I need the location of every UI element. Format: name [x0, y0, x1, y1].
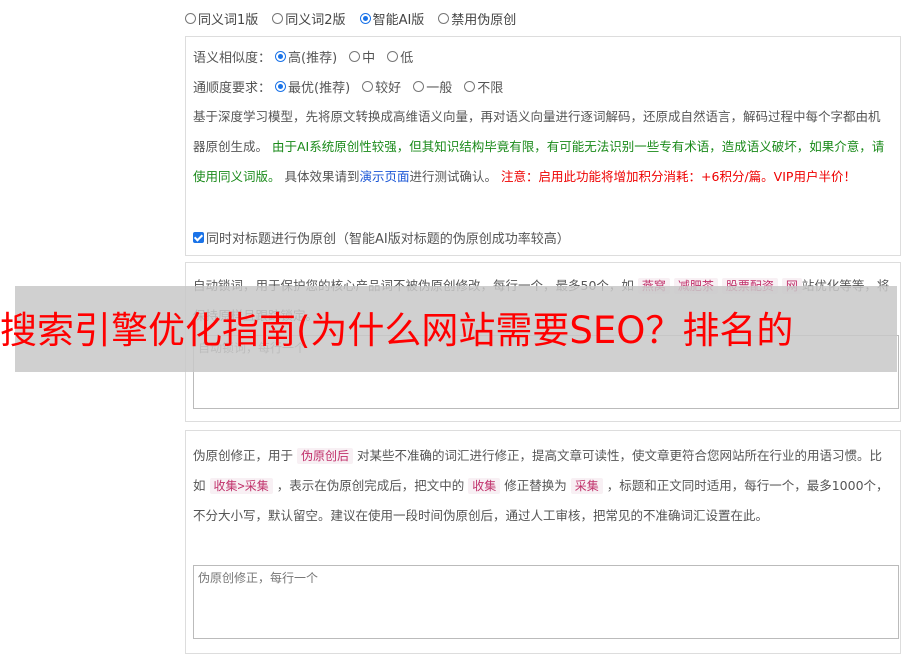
similarity-label: 语义相似度：	[193, 51, 272, 66]
mode-label: 同义词1版	[198, 13, 259, 28]
mode-option-synonym-2[interactable]: 同义词2版	[272, 9, 346, 28]
similarity-high[interactable]: 高(推荐)	[275, 47, 337, 66]
radio-icon[interactable]	[464, 81, 476, 92]
correction-panel: 伪原创修正，用于 伪原创后 对某些不准确的词汇进行修正，提高文章可读性，使文章更…	[185, 430, 901, 654]
checkbox-checked-icon[interactable]	[193, 232, 204, 243]
mode-option-ai[interactable]: 智能AI版	[359, 9, 425, 28]
radio-icon[interactable]	[413, 81, 425, 92]
option-label: 最优(推荐)	[288, 81, 351, 96]
title-checkbox-row[interactable]: 同时对标题进行伪原创（智能AI版对标题的伪原创成功率较高）	[193, 228, 570, 247]
correction-text: 修正替换为	[504, 478, 567, 493]
fluency-good[interactable]: 较好	[362, 77, 401, 96]
radio-icon[interactable]	[272, 13, 284, 24]
mode-label: 智能AI版	[372, 13, 425, 28]
ai-description: 基于深度学习模型，先将原文转换成高维语义向量，再对语义向量进行逐词解码，还原成自…	[193, 102, 890, 192]
cost-notice: 注意：启用此功能将增加积分消耗：+6积分/篇。VIP用户半价！	[501, 169, 856, 184]
correction-text: 伪原创修正，用于	[193, 448, 294, 463]
mode-label: 同义词2版	[285, 13, 346, 28]
demo-page-link[interactable]: 演示页面	[360, 169, 410, 184]
mode-radio-group: 同义词1版 同义词2版 智能AI版 禁用伪原创	[185, 9, 530, 28]
radio-icon[interactable]	[362, 81, 374, 92]
option-label: 一般	[426, 81, 453, 96]
description-text: 具体效果请到	[284, 169, 360, 184]
title-checkbox-label: 同时对标题进行伪原创（智能AI版对标题的伪原创成功率较高）	[206, 232, 570, 247]
fluency-any[interactable]: 不限	[464, 77, 503, 96]
correction-textarea[interactable]	[193, 565, 899, 639]
option-label: 不限	[477, 81, 504, 96]
radio-icon[interactable]	[438, 13, 450, 24]
mode-label: 禁用伪原创	[451, 13, 517, 28]
option-label: 较好	[375, 81, 402, 96]
example-tag: 采集	[570, 478, 603, 494]
description-text: 进行测试确认。	[409, 169, 498, 184]
radio-icon[interactable]	[185, 13, 196, 24]
similarity-low[interactable]: 低	[387, 47, 413, 66]
similarity-medium[interactable]: 中	[349, 47, 375, 66]
example-tag: 收集>采集	[209, 478, 273, 494]
radio-selected-icon[interactable]	[275, 51, 287, 62]
radio-selected-icon[interactable]	[359, 13, 371, 24]
option-label: 中	[362, 51, 376, 66]
fluency-best[interactable]: 最优(推荐)	[275, 77, 350, 96]
correction-text: ，表示在伪原创完成后，把文中的	[276, 478, 465, 493]
option-label: 低	[400, 51, 414, 66]
mode-option-disable[interactable]: 禁用伪原创	[438, 9, 516, 28]
radio-icon[interactable]	[349, 51, 361, 62]
mode-option-synonym-1[interactable]: 同义词1版	[185, 9, 258, 28]
radio-icon[interactable]	[387, 51, 399, 62]
fluency-row: 通顺度要求： 最优(推荐) 较好 一般 不限	[193, 77, 515, 96]
example-tag: 收集	[468, 478, 501, 494]
radio-selected-icon[interactable]	[275, 81, 287, 92]
correction-description: 伪原创修正，用于 伪原创后 对某些不准确的词汇进行修正，提高文章可读性，使文章更…	[193, 441, 890, 531]
fluency-label: 通顺度要求：	[193, 81, 272, 96]
overlay-title: 搜索引擎优化指南(为什么网站需要SEO？排名的	[0, 309, 794, 352]
similarity-row: 语义相似度： 高(推荐) 中 低	[193, 47, 425, 66]
fluency-normal[interactable]: 一般	[413, 77, 452, 96]
example-tag: 伪原创后	[297, 448, 354, 464]
option-label: 高(推荐)	[288, 51, 338, 66]
ai-settings-panel: 语义相似度： 高(推荐) 中 低 通顺度要求： 最优(推荐) 较好 一般 不限 …	[185, 36, 901, 256]
